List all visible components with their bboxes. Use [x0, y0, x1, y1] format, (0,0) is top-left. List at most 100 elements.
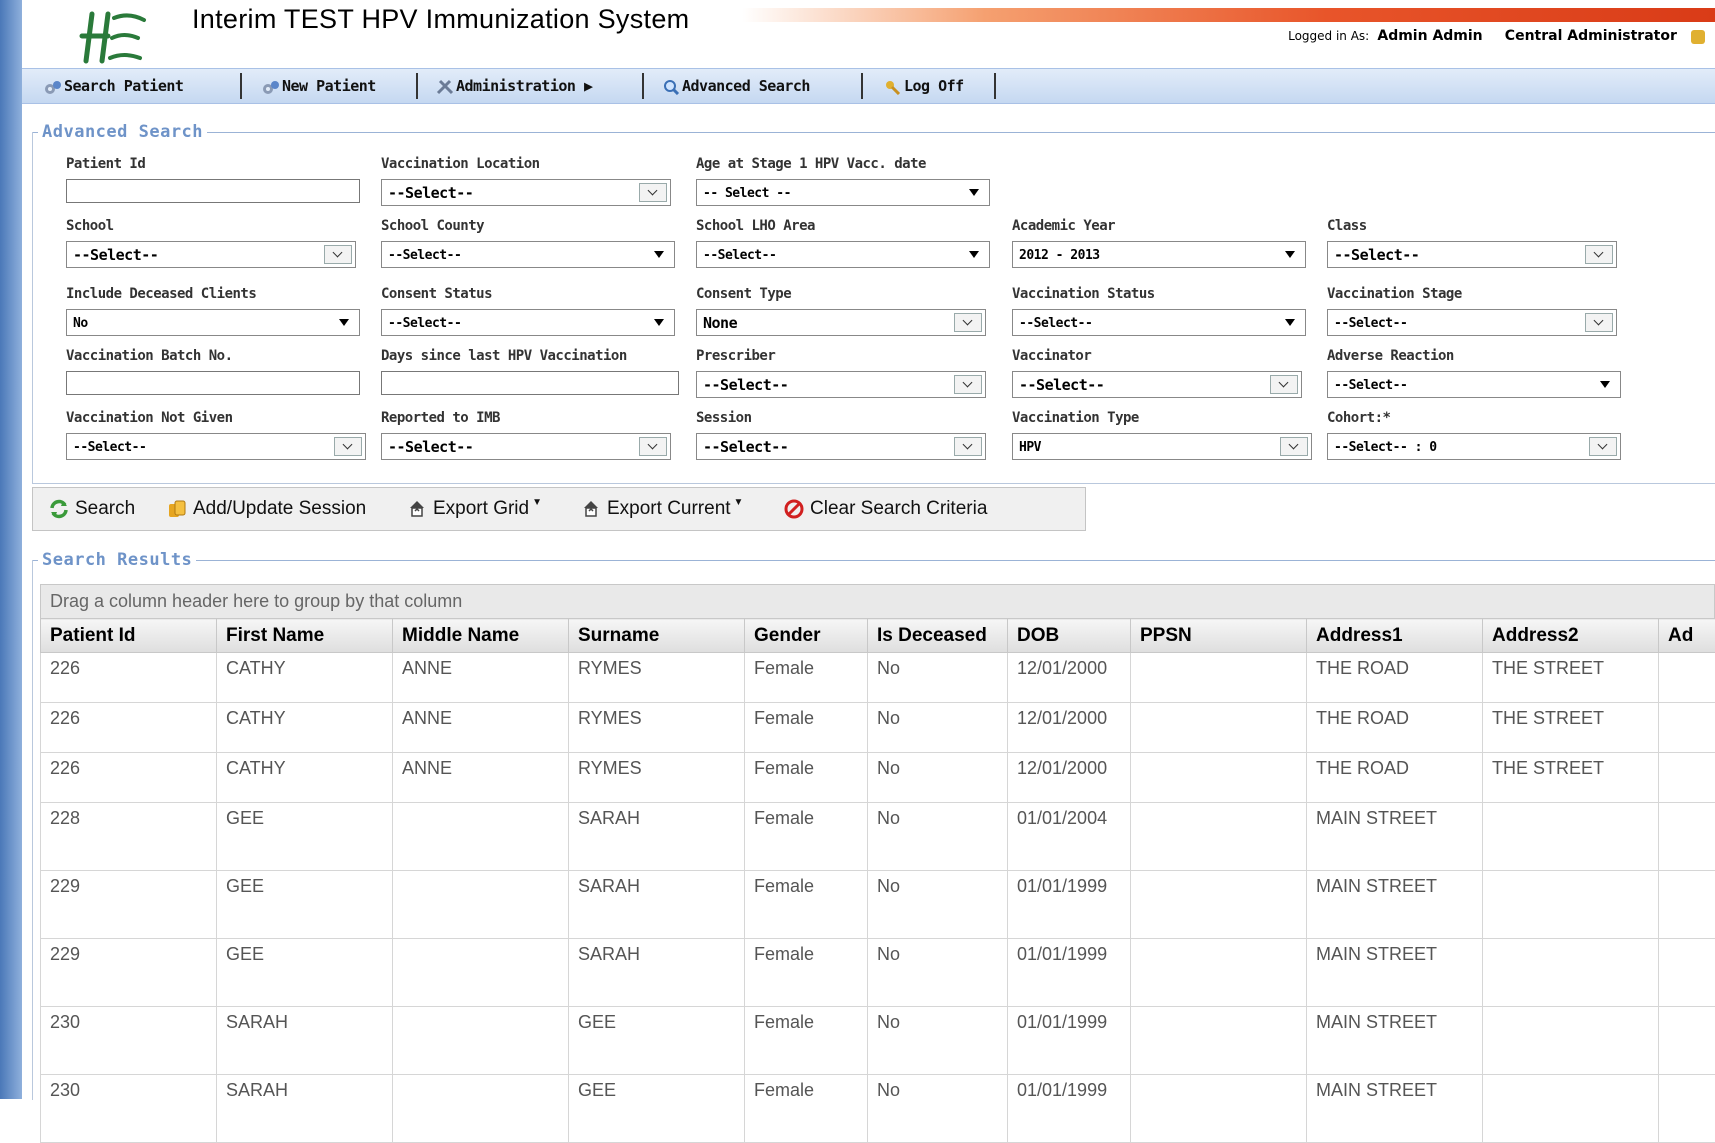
- session-label: Session: [696, 410, 752, 426]
- menu-log-off[interactable]: Log Off: [884, 69, 964, 103]
- table-cell: [1483, 939, 1659, 1007]
- table-row[interactable]: 229GEESARAHFemaleNo01/01/1999MAIN STREET: [41, 871, 1715, 939]
- not-given-select[interactable]: --Select--: [66, 433, 366, 460]
- menu-advanced-search[interactable]: Advanced Search: [662, 69, 810, 103]
- chevron-down-icon[interactable]: [1589, 437, 1617, 456]
- page: Interim TEST HPV Immunization System Log…: [22, 0, 1715, 1099]
- vaccination-status-select[interactable]: --Select--: [1012, 309, 1306, 336]
- export-icon: [581, 499, 601, 519]
- patient-id-input[interactable]: [66, 179, 360, 203]
- column-header-gender[interactable]: Gender: [745, 619, 868, 653]
- table-cell: [1483, 871, 1659, 939]
- days-since-input[interactable]: [381, 371, 679, 395]
- chevron-down-icon[interactable]: [1585, 313, 1613, 332]
- consent-status-select[interactable]: --Select--: [381, 309, 675, 336]
- class-select[interactable]: --Select--: [1327, 241, 1617, 268]
- include-deceased-label: Include Deceased Clients: [66, 286, 256, 302]
- column-header-first-name[interactable]: First Name: [217, 619, 393, 653]
- table-cell: RYMES: [569, 653, 745, 703]
- column-header-address3[interactable]: Ad: [1659, 619, 1715, 653]
- table-row[interactable]: 226CATHYANNERYMESFemaleNo12/01/2000THE R…: [41, 653, 1715, 703]
- session-select[interactable]: --Select--: [696, 433, 986, 460]
- dropdown-arrow-icon: [654, 319, 664, 326]
- column-header-address2[interactable]: Address2: [1483, 619, 1659, 653]
- table-row[interactable]: 226CATHYANNERYMESFemaleNo12/01/2000THE R…: [41, 753, 1715, 803]
- column-header-dob[interactable]: DOB: [1008, 619, 1131, 653]
- table-cell: 01/01/1999: [1008, 1075, 1131, 1143]
- chevron-down-icon[interactable]: [954, 313, 982, 332]
- chevron-down-icon[interactable]: [334, 437, 362, 456]
- age-stage1-select[interactable]: -- Select --: [696, 179, 990, 206]
- dropdown-arrow-icon: [1285, 319, 1295, 326]
- table-cell: RYMES: [569, 703, 745, 753]
- table-row[interactable]: 228GEESARAHFemaleNo01/01/2004MAIN STREET: [41, 803, 1715, 871]
- table-row[interactable]: 229GEESARAHFemaleNo01/01/1999MAIN STREET: [41, 939, 1715, 1007]
- column-header-address1[interactable]: Address1: [1307, 619, 1483, 653]
- consent-type-select[interactable]: None: [696, 309, 986, 336]
- table-row[interactable]: 230SARAHGEEFemaleNo01/01/1999MAIN STREET: [41, 1007, 1715, 1075]
- column-header-is-deceased[interactable]: Is Deceased: [868, 619, 1008, 653]
- school-select[interactable]: --Select--: [66, 241, 356, 268]
- vaccination-type-select[interactable]: HPV: [1012, 433, 1312, 460]
- vaccinator-select[interactable]: --Select--: [1012, 371, 1302, 398]
- menu-search-patient[interactable]: Search Patient: [44, 69, 183, 103]
- school-county-select[interactable]: --Select--: [381, 241, 675, 268]
- select-value: --Select-- : 0: [1334, 440, 1437, 455]
- column-header-ppsn[interactable]: PPSN: [1131, 619, 1307, 653]
- table-row[interactable]: 230SARAHGEEFemaleNo01/01/1999MAIN STREET: [41, 1075, 1715, 1143]
- search-button[interactable]: Search: [49, 488, 135, 530]
- cohort-select[interactable]: --Select-- : 0: [1327, 433, 1621, 460]
- dropdown-arrow-icon: [969, 251, 979, 258]
- include-deceased-select[interactable]: No: [66, 309, 360, 336]
- table-cell: THE ROAD: [1307, 703, 1483, 753]
- academic-year-select[interactable]: 2012 - 2013: [1012, 241, 1306, 268]
- menu-administration[interactable]: Administration ▶: [436, 69, 593, 103]
- menu-new-patient[interactable]: New Patient: [262, 69, 376, 103]
- school-lho-area-select[interactable]: --Select--: [696, 241, 990, 268]
- table-cell: ANNE: [393, 703, 569, 753]
- chevron-down-icon[interactable]: [1585, 245, 1613, 264]
- logged-in-label: Logged in As:: [1288, 29, 1369, 43]
- table-cell: No: [868, 1007, 1008, 1075]
- add-update-session-button[interactable]: Add/Update Session: [167, 488, 366, 530]
- magnifier-icon: [662, 79, 680, 95]
- chevron-down-icon[interactable]: [639, 183, 667, 202]
- chevron-down-icon[interactable]: [639, 437, 667, 456]
- menu-label: Log Off: [904, 77, 964, 95]
- column-header-patient-id[interactable]: Patient Id: [41, 619, 217, 653]
- table-cell: GEE: [217, 803, 393, 871]
- adverse-reaction-select[interactable]: --Select--: [1327, 371, 1621, 398]
- table-cell: ANNE: [393, 653, 569, 703]
- login-info: Logged in As: Admin Admin Central Admini…: [1288, 28, 1705, 44]
- chevron-down-icon[interactable]: [1280, 437, 1308, 456]
- table-row[interactable]: 226CATHYANNERYMESFemaleNo12/01/2000THE R…: [41, 703, 1715, 753]
- batch-no-label: Vaccination Batch No.: [66, 348, 233, 364]
- export-current-button[interactable]: Export Current▼: [581, 488, 743, 530]
- vaccination-type-label: Vaccination Type: [1012, 410, 1139, 426]
- column-header-middle-name[interactable]: Middle Name: [393, 619, 569, 653]
- table-cell: 01/01/1999: [1008, 939, 1131, 1007]
- vaccination-stage-select[interactable]: --Select--: [1327, 309, 1617, 336]
- chevron-down-icon[interactable]: [1270, 375, 1298, 394]
- group-by-area[interactable]: Drag a column header here to group by th…: [40, 584, 1715, 618]
- reported-imb-select[interactable]: --Select--: [381, 433, 671, 460]
- table-cell: [1659, 939, 1715, 1007]
- prescriber-select[interactable]: --Select--: [696, 371, 986, 398]
- select-value: --Select--: [1334, 378, 1407, 393]
- table-cell: 226: [41, 703, 217, 753]
- table-cell: No: [868, 939, 1008, 1007]
- table-cell: [1659, 653, 1715, 703]
- chevron-down-icon[interactable]: [954, 375, 982, 394]
- column-header-surname[interactable]: Surname: [569, 619, 745, 653]
- table-cell: THE ROAD: [1307, 653, 1483, 703]
- chevron-down-icon[interactable]: [954, 437, 982, 456]
- batch-no-input[interactable]: [66, 371, 360, 395]
- vaccination-location-select[interactable]: --Select--: [381, 179, 671, 206]
- select-value: --Select--: [1019, 316, 1092, 331]
- prescriber-label: Prescriber: [696, 348, 775, 364]
- export-grid-button[interactable]: Export Grid▼: [407, 488, 542, 530]
- table-cell: SARAH: [217, 1007, 393, 1075]
- clear-search-criteria-button[interactable]: Clear Search Criteria: [784, 488, 987, 530]
- chevron-down-icon[interactable]: [324, 245, 352, 264]
- table-cell: Female: [745, 1075, 868, 1143]
